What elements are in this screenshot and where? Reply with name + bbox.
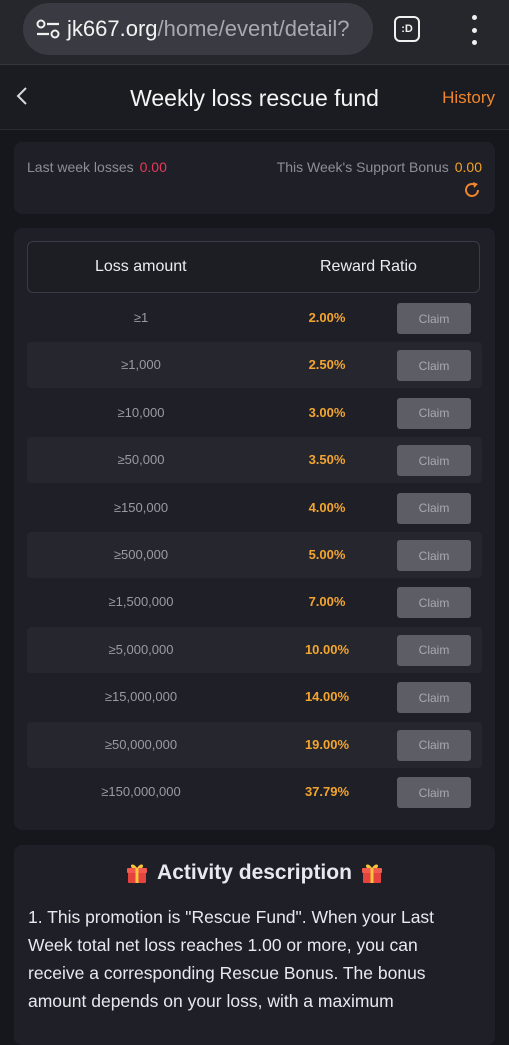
address-bar[interactable]: jk667.org/home/event/detail? bbox=[23, 3, 373, 55]
table-row: ≥5,000,000 10.00% Claim bbox=[27, 626, 482, 673]
table-row: ≥50,000 3.50% Claim bbox=[27, 437, 482, 484]
table-row: ≥150,000 4.00% Claim bbox=[27, 485, 482, 531]
loss-amount-cell: ≥1,500,000 bbox=[108, 594, 174, 610]
last-week-losses-value: 0.00 bbox=[139, 159, 167, 175]
reward-ratio-cell: 19.00% bbox=[304, 736, 350, 752]
support-bonus-value: 0.00 bbox=[454, 159, 482, 175]
claim-button[interactable]: Claim bbox=[397, 445, 471, 477]
table-row: ≥1 2.00% Claim bbox=[27, 295, 482, 341]
reward-ratio-cell: 5.00% bbox=[308, 547, 346, 562]
refresh-icon[interactable] bbox=[462, 180, 482, 200]
column-header-reward-ratio: Reward Ratio bbox=[320, 258, 417, 275]
table-row: ≥150,000,000 37.79% Claim bbox=[27, 769, 482, 815]
reward-ratio-cell: 3.00% bbox=[308, 404, 346, 420]
table-header: Loss amount Reward Ratio bbox=[27, 241, 480, 293]
reward-ratio-cell: 2.00% bbox=[308, 310, 346, 325]
claim-button[interactable]: Claim bbox=[397, 587, 471, 619]
loss-amount-cell: ≥150,000,000 bbox=[101, 784, 181, 799]
reward-table: Loss amount Reward Ratio ≥1 2.00% Claim ≥1,… bbox=[14, 228, 495, 830]
table-row: ≥1,000 2.50% Claim bbox=[27, 342, 482, 389]
table-row: ≥15,000,000 14.00% Claim bbox=[27, 674, 482, 720]
table-row: ≥10,000 3.00% Claim bbox=[27, 390, 482, 436]
loss-amount-cell: ≥1 bbox=[133, 310, 149, 325]
reward-ratio-cell: 4.00% bbox=[308, 499, 346, 515]
loss-amount-cell: ≥50,000 bbox=[117, 452, 165, 468]
page-title: Weekly loss rescue fund bbox=[130, 85, 379, 111]
loss-amount-cell: ≥10,000 bbox=[117, 404, 165, 420]
url-host: jk667.org bbox=[67, 16, 158, 41]
reward-ratio-cell: 14.00% bbox=[304, 689, 350, 705]
reward-ratio-cell: 37.79% bbox=[304, 784, 350, 799]
loss-amount-cell: ≥150,000 bbox=[113, 499, 169, 515]
loss-amount-cell: ≥50,000,000 bbox=[104, 736, 178, 752]
column-header-loss-amount: Loss amount bbox=[95, 258, 187, 275]
loss-amount-cell: ≥1,000 bbox=[121, 357, 161, 373]
table-row: ≥1,500,000 7.00% Claim bbox=[27, 579, 482, 625]
browser-toolbar: jk667.org/home/event/detail? :D bbox=[0, 0, 509, 65]
table-row: ≥500,000 5.00% Claim bbox=[27, 532, 482, 578]
description-title: Activity description bbox=[14, 861, 495, 885]
history-link[interactable]: History bbox=[442, 88, 495, 108]
claim-button[interactable]: Claim bbox=[397, 777, 471, 808]
description-text: 1. This promotion is "Rescue Fund". When… bbox=[28, 907, 435, 1011]
gift-icon bbox=[360, 861, 384, 885]
reward-ratio-cell: 2.50% bbox=[308, 357, 346, 373]
support-bonus-label: This Week's Support Bonus bbox=[276, 159, 449, 175]
claim-button[interactable]: Claim bbox=[397, 540, 471, 571]
last-week-losses: Last week losses 0.00 bbox=[27, 159, 167, 175]
reward-ratio-cell: 3.50% bbox=[308, 452, 346, 468]
description-title-text: Activity description bbox=[157, 861, 352, 884]
app-header: Weekly loss rescue fund History bbox=[0, 65, 509, 130]
claim-button[interactable]: Claim bbox=[397, 303, 471, 334]
reward-ratio-cell: 10.00% bbox=[304, 641, 350, 657]
loss-amount-cell: ≥500,000 bbox=[113, 547, 169, 562]
url-text[interactable]: jk667.org/home/event/detail? bbox=[67, 16, 350, 42]
table-row: ≥50,000,000 19.00% Claim bbox=[27, 721, 482, 768]
claim-button[interactable]: Claim bbox=[397, 350, 471, 382]
activity-description: Activity description 1. This promotion i… bbox=[14, 845, 495, 1045]
claim-button[interactable]: Claim bbox=[397, 682, 471, 714]
loss-amount-cell: ≥5,000,000 bbox=[108, 641, 174, 657]
claim-button[interactable]: Claim bbox=[397, 634, 471, 666]
gift-icon bbox=[125, 861, 149, 885]
url-path: /home/event/detail? bbox=[157, 16, 350, 41]
last-week-losses-label: Last week losses bbox=[27, 159, 134, 175]
claim-button[interactable]: Claim bbox=[397, 492, 471, 524]
loss-amount-cell: ≥15,000,000 bbox=[104, 689, 178, 705]
claim-button[interactable]: Claim bbox=[397, 397, 471, 429]
claim-button[interactable]: Claim bbox=[397, 729, 471, 761]
support-bonus: This Week's Support Bonus 0.00 bbox=[277, 159, 482, 175]
browser-menu-icon[interactable] bbox=[466, 15, 482, 45]
reward-ratio-cell: 7.00% bbox=[308, 594, 346, 610]
summary-card: Last week losses 0.00 This Week's Support… bbox=[14, 142, 495, 214]
site-settings-icon[interactable] bbox=[33, 14, 63, 44]
tab-switcher-button[interactable]: :D bbox=[394, 16, 420, 42]
